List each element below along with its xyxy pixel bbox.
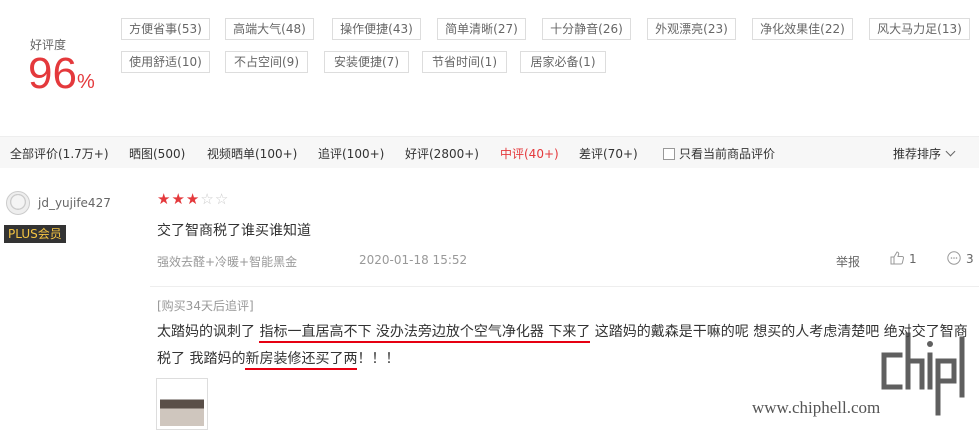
tag-chip[interactable]: 净化效果佳(22) [752,18,853,40]
tab-followup[interactable]: 追评(100+) [318,145,384,162]
star-empty-icon: ☆ [200,190,215,208]
star-empty-icon: ☆ [214,190,230,208]
tag-chip[interactable]: 高端大气(48) [225,18,314,40]
rating-value: 96 [28,49,77,98]
tab-all[interactable]: 全部评价(1.7万+) [10,145,109,162]
only-current-label: 只看当前商品评价 [679,147,776,161]
tag-chip[interactable]: 方便省事(53) [121,18,210,40]
append-segment-underlined: 新房装修还买了两 [245,351,358,370]
tag-chip[interactable]: 安装便捷(7) [324,51,409,73]
tag-chip[interactable]: 操作便捷(43) [332,18,421,40]
comment-icon [947,251,961,265]
append-segment: 太踏妈的讽刺了 [157,324,260,340]
like-count: 1 [909,252,917,266]
tag-chip[interactable]: 十分静音(26) [542,18,631,40]
rating-summary: 好评度 96% 方便省事(53) 高端大气(48) 操作便捷(43) 简单清晰(… [0,0,979,120]
reply-button[interactable]: 3 [946,250,974,266]
chiphell-logo-icon [881,332,965,416]
star-filled-icon: ★ [185,190,201,208]
tab-neutral[interactable]: 中评(40+) [500,145,559,162]
tab-photos[interactable]: 晒图(500) [129,145,185,162]
append-review-text: 太踏妈的讽刺了 指标一直居高不下 没办法旁边放个空气净化器 下来了 这踏妈的戴森… [157,319,977,373]
tab-negative[interactable]: 差评(70+) [579,145,638,162]
only-current-checkbox[interactable] [663,148,675,160]
reply-count: 3 [966,252,974,266]
thumbs-up-icon [890,251,905,265]
append-segment: ！！！ [357,351,400,367]
append-segment-underlined: 指标一直居高不下 没办法旁边放个空气净化器 下来了 [259,324,591,343]
chevron-down-icon [945,146,956,157]
rating-score: 96% [28,52,95,96]
tab-positive[interactable]: 好评(2800+) [405,145,479,162]
tab-videos[interactable]: 视频晒单(100+) [207,145,297,162]
tag-chip[interactable]: 风大马力足(13) [869,18,970,40]
append-review-label: [购买34天后追评] [157,299,254,313]
rating-unit: % [76,71,95,93]
star-filled-icon: ★ [157,190,172,208]
sort-label: 推荐排序 [893,147,942,161]
review-date: 2020-01-18 15:52 [359,253,468,267]
star-filled-icon: ★ [171,190,186,208]
avatar[interactable] [6,191,30,215]
review-filter-bar: 全部评价(1.7万+) 晒图(500) 视频晒单(100+) 追评(100+) … [0,136,979,168]
tag-chip[interactable]: 节省时间(1) [422,51,507,73]
tag-chip[interactable]: 居家必备(1) [520,51,606,73]
watermark-url: www.chiphell.com [752,398,881,417]
report-link[interactable]: 举报 [836,253,860,270]
review-photo-thumbnail[interactable] [156,378,208,430]
append-divider [150,286,979,287]
username: jd_yujife427 [38,196,111,210]
tag-chip[interactable]: 外观漂亮(23) [647,18,736,40]
like-button[interactable]: 1 [889,250,917,266]
star-rating: ★★★☆☆ [157,190,229,208]
review-photo [160,382,204,426]
tag-chip[interactable]: 简单清晰(27) [437,18,526,40]
only-current-filter[interactable]: 只看当前商品评价 [663,145,775,162]
product-variant: 强效去醛+冷暖+智能黑金 [157,255,298,269]
tag-chip[interactable]: 使用舒适(10) [121,51,210,73]
tag-chip[interactable]: 不占空间(9) [225,51,308,73]
plus-member-badge: PLUS会员 [4,225,66,243]
sort-dropdown[interactable]: 推荐排序 [893,145,956,162]
review-text: 交了智商税了谁买谁知道 [157,223,311,239]
